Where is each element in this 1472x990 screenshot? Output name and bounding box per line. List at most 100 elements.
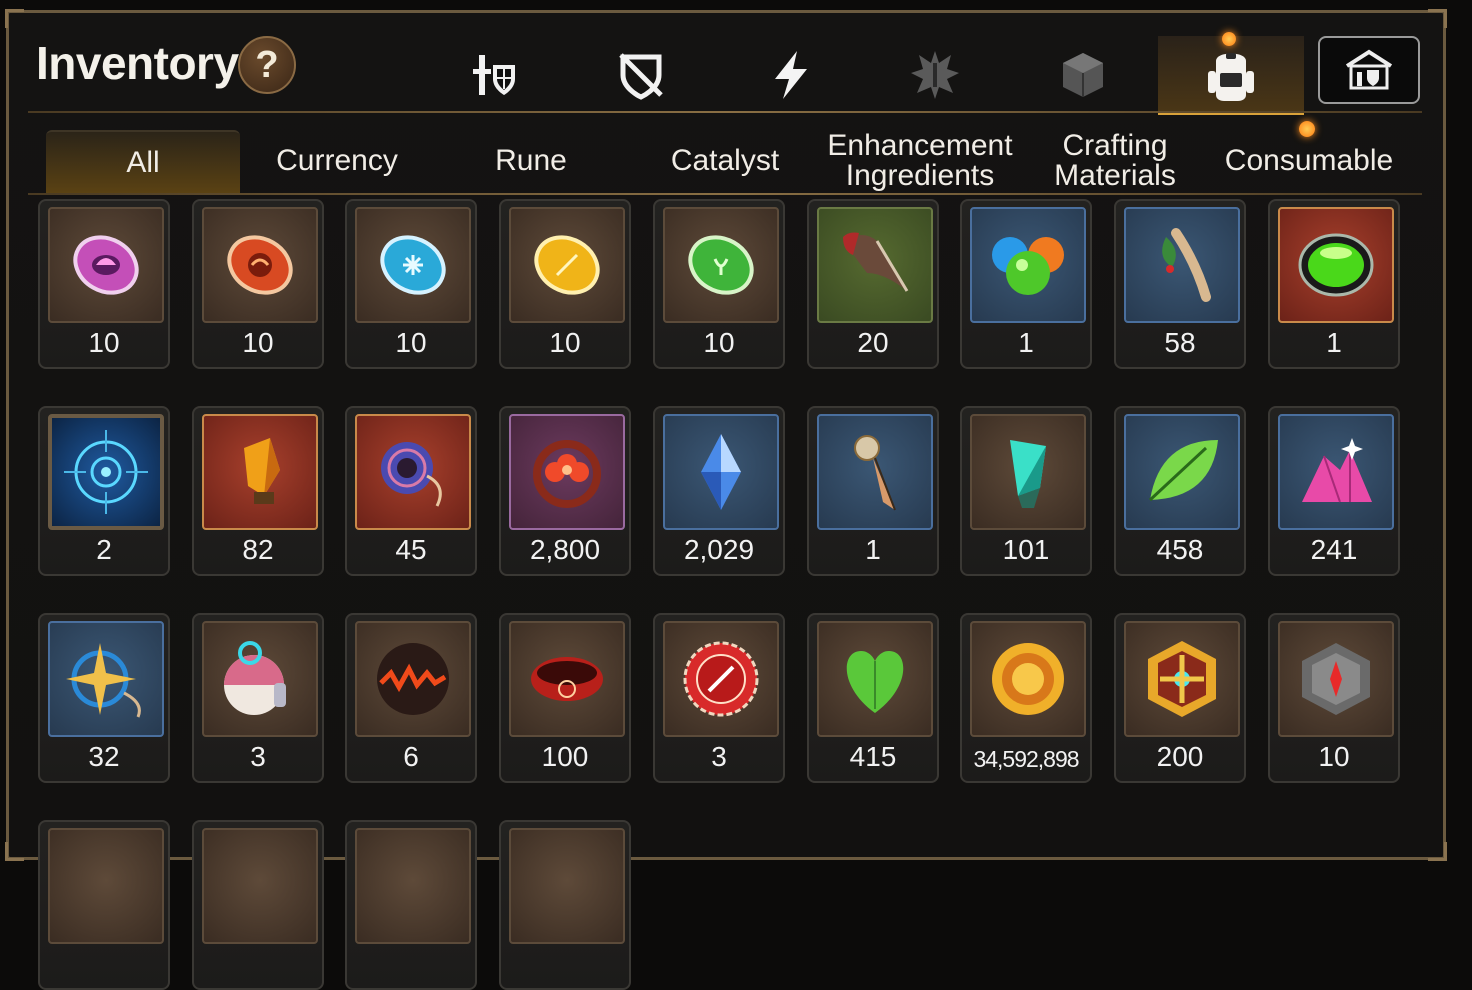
- green-potion-icon: [1278, 207, 1394, 323]
- item-slot[interactable]: 1: [807, 406, 939, 576]
- item-quantity: 458: [1156, 534, 1204, 565]
- tab-label-line2: Materials: [1054, 159, 1176, 192]
- lightning-icon: [775, 51, 807, 99]
- tab-currency[interactable]: Currency: [240, 130, 434, 192]
- red-seal-icon: [663, 621, 779, 737]
- tab-label: Consumable: [1224, 144, 1394, 177]
- tab-all[interactable]: All: [46, 130, 240, 194]
- yellow-rune-icon: [509, 207, 625, 323]
- notification-dot: [1299, 121, 1315, 137]
- item-slot[interactable]: 100: [499, 613, 631, 783]
- item-quantity: 1: [1018, 327, 1034, 358]
- item-slot[interactable]: 3: [653, 613, 785, 783]
- item-slot[interactable]: 241: [1268, 406, 1400, 576]
- item-quantity: 2,029: [683, 534, 755, 565]
- item-slot[interactable]: 20: [807, 199, 939, 369]
- lava-orb-icon: [355, 621, 471, 737]
- compass-star-icon: [48, 621, 164, 737]
- item-quantity: 2: [96, 534, 112, 565]
- item-slot[interactable]: 3: [192, 613, 324, 783]
- tab-label: Catalyst: [670, 144, 780, 177]
- item-slot[interactable]: 458: [1114, 406, 1246, 576]
- spiky-emblem-icon: [911, 51, 959, 99]
- item-slot[interactable]: 10: [192, 199, 324, 369]
- item-slot[interactable]: 2,029: [653, 406, 785, 576]
- category-costume[interactable]: [900, 40, 970, 110]
- teal-crystal-icon: [970, 414, 1086, 530]
- tab-label: Currency: [276, 144, 398, 177]
- ginseng-icon: [1124, 207, 1240, 323]
- tab-consumable[interactable]: Consumable: [1212, 130, 1406, 192]
- item-quantity: 32: [88, 741, 120, 772]
- broken-shield-icon: [619, 53, 663, 100]
- green-rune-icon: [663, 207, 779, 323]
- item-slot[interactable]: 200: [1114, 613, 1246, 783]
- item-quantity: 415: [849, 741, 897, 772]
- item-slot[interactable]: [499, 820, 631, 990]
- item-slot[interactable]: 415: [807, 613, 939, 783]
- cube-icon: [1063, 53, 1103, 97]
- item-slot[interactable]: [345, 820, 477, 990]
- header-divider: [28, 111, 1422, 113]
- item-slot[interactable]: [192, 820, 324, 990]
- item-quantity: 10: [1318, 741, 1350, 772]
- item-quantity: 10: [703, 327, 735, 358]
- slime-orbs-icon: [970, 207, 1086, 323]
- item-quantity: 10: [242, 327, 274, 358]
- item-slot[interactable]: 10: [345, 199, 477, 369]
- category-inventory[interactable]: [1158, 36, 1304, 115]
- item-slot[interactable]: 101: [960, 406, 1092, 576]
- item-quantity: 2,800: [529, 534, 601, 565]
- tab-catalyst[interactable]: Catalyst: [628, 130, 822, 192]
- item-slot[interactable]: 32: [38, 613, 170, 783]
- partial-item-icon: [355, 828, 471, 944]
- tab-label: All: [126, 146, 160, 179]
- capsule-icon: [202, 621, 318, 737]
- orange-crystal-icon: [202, 414, 318, 530]
- tab-enhancement-ingredients[interactable]: Enhancement Ingredients: [822, 130, 1018, 192]
- item-slot[interactable]: 34,592,898: [960, 613, 1092, 783]
- item-slot[interactable]: 10: [38, 199, 170, 369]
- cyan-rune-icon: [355, 207, 471, 323]
- item-slot[interactable]: 6: [345, 613, 477, 783]
- item-slot[interactable]: 1: [1268, 199, 1400, 369]
- blue-portal-icon: [48, 414, 164, 530]
- item-slot[interactable]: 10: [499, 199, 631, 369]
- tab-label-line1: Enhancement: [827, 129, 1013, 162]
- tab-crafting-materials[interactable]: Crafting Materials: [1018, 130, 1212, 192]
- item-slot[interactable]: 82: [192, 406, 324, 576]
- item-slot[interactable]: 1: [960, 199, 1092, 369]
- item-slot[interactable]: 2,800: [499, 406, 631, 576]
- leaf-icon: [1124, 414, 1240, 530]
- category-guild[interactable]: [1318, 36, 1420, 104]
- red-bracelet-icon: [509, 621, 625, 737]
- tab-label-line1: Crafting: [1062, 129, 1168, 162]
- partial-item-icon: [202, 828, 318, 944]
- help-button[interactable]: ?: [238, 36, 296, 94]
- item-slot[interactable]: 58: [1114, 199, 1246, 369]
- frame-corner: [5, 842, 24, 861]
- category-box[interactable]: [1048, 40, 1118, 110]
- green-heart-icon: [817, 621, 933, 737]
- category-equipment[interactable]: [460, 40, 530, 110]
- category-accessory[interactable]: [606, 40, 676, 110]
- page-title: Inventory: [36, 37, 239, 89]
- tab-label-line2: Ingredients: [845, 159, 995, 192]
- item-quantity: 3: [250, 741, 266, 772]
- item-quantity: 100: [541, 741, 589, 772]
- donut-charm-icon: [355, 414, 471, 530]
- item-slot[interactable]: 45: [345, 406, 477, 576]
- tab-rune[interactable]: Rune: [434, 130, 628, 192]
- backpack-icon: [1208, 53, 1254, 101]
- red-rune-icon: [202, 207, 318, 323]
- tab-label: Rune: [495, 144, 567, 177]
- item-slot[interactable]: 10: [653, 199, 785, 369]
- item-slot[interactable]: 10: [1268, 613, 1400, 783]
- tabs-divider: [28, 193, 1422, 195]
- item-slot[interactable]: 2: [38, 406, 170, 576]
- item-quantity: 241: [1310, 534, 1358, 565]
- item-quantity: 3: [711, 741, 727, 772]
- category-skill[interactable]: [756, 40, 826, 110]
- item-slot[interactable]: [38, 820, 170, 990]
- frame-corner: [5, 9, 24, 28]
